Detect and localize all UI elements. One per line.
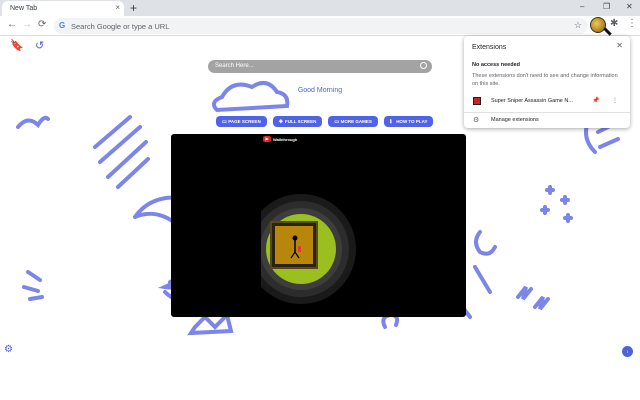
tab-title: New Tab <box>10 5 38 12</box>
address-placeholder: Search Google or type a URL <box>71 22 170 31</box>
back-icon[interactable]: ← <box>7 19 17 30</box>
google-icon: G <box>59 21 66 30</box>
pin-icon[interactable]: 📌 <box>592 97 599 104</box>
window-interior <box>275 226 313 264</box>
minimize-icon[interactable]: – <box>580 2 584 11</box>
window-close-icon[interactable]: ✕ <box>626 2 633 11</box>
full-screen-icon: ✥ <box>278 119 283 125</box>
manage-gear-icon: ⚙ <box>473 117 480 124</box>
more-games-icon: ▭ <box>334 119 340 125</box>
chrome-menu-icon[interactable]: ⋮ <box>627 18 637 29</box>
history-icon[interactable]: ↺ <box>35 39 44 52</box>
bookmark-icon[interactable]: 🔖 <box>10 39 24 52</box>
more-games-button[interactable]: ▭ MORE GAMES <box>328 116 378 127</box>
extensions-puzzle-icon[interactable]: ✱ <box>610 18 618 29</box>
doodle-stars <box>540 185 573 223</box>
page-screen-button[interactable]: ▭ PAGE SCREEN <box>216 116 267 127</box>
popup-divider <box>464 112 630 113</box>
reload-icon[interactable]: ⟳ <box>38 19 46 30</box>
doodle-hatch <box>93 115 150 189</box>
info-badge-icon[interactable]: i <box>622 346 633 357</box>
doodle-crown <box>187 311 234 336</box>
page-screen-label: PAGE SCREEN <box>228 119 261 124</box>
no-access-description: These extensions don't need to see and c… <box>472 73 618 87</box>
sniper-extension-icon <box>473 97 481 105</box>
doodle-squiggle-left <box>16 115 50 129</box>
extension-row[interactable]: Super Sniper Assassin Game N... 📌 ⋮ <box>464 94 630 108</box>
how-to-play-button[interactable]: ℹ HOW TO PLAY <box>383 116 434 127</box>
doodle-curve-right <box>474 230 497 256</box>
greeting-text: Good Morning <box>297 87 343 94</box>
address-bar[interactable]: G Search Google or type a URL ☆ <box>54 18 588 34</box>
extension-name: Super Sniper Assassin Game N... <box>491 98 573 104</box>
browser-toolbar: ← → ⟳ G Search Google or type a URL ☆ <box>0 16 640 36</box>
tab-strip: New Tab × + – ❐ ✕ <box>0 0 640 16</box>
popup-title: Extensions <box>472 44 507 51</box>
restore-icon[interactable]: ❐ <box>603 2 610 11</box>
popup-close-icon[interactable]: ✕ <box>616 41 623 50</box>
doodle-zigzag <box>516 285 550 311</box>
game-scene <box>261 194 356 304</box>
tab-close-icon[interactable]: × <box>115 3 120 12</box>
settings-gear-icon[interactable]: ⚙ <box>4 344 13 355</box>
full-screen-label: FULL SCREEN <box>284 119 317 124</box>
game-canvas[interactable]: ▶ Walkthrough <box>171 134 466 317</box>
stickman-item <box>298 246 301 252</box>
extensions-popup: Extensions ✕ No access needed These exte… <box>464 36 630 128</box>
more-games-label: MORE GAMES <box>340 119 372 124</box>
page-screen-icon: ▭ <box>222 119 227 125</box>
search-placeholder: Search Here... <box>215 63 254 69</box>
new-tab-button[interactable]: + <box>130 1 137 15</box>
doodle-dashes <box>22 270 44 301</box>
full-screen-button[interactable]: ✥ FULL SCREEN <box>272 116 323 127</box>
forward-icon[interactable]: → <box>22 19 32 30</box>
no-access-heading: No access needed <box>472 62 520 68</box>
stickman-head <box>292 235 298 241</box>
manage-extensions-link[interactable]: Manage extensions <box>491 117 539 123</box>
how-to-play-label: HOW TO PLAY <box>396 119 428 124</box>
game-button-row: ▭ PAGE SCREEN ✥ FULL SCREEN ▭ MORE GAMES… <box>216 116 434 127</box>
bookmark-star-icon[interactable]: ☆ <box>574 20 582 31</box>
search-icon[interactable] <box>420 62 427 69</box>
search-input[interactable]: Search Here... <box>208 60 432 73</box>
extension-more-icon[interactable]: ⋮ <box>612 97 618 104</box>
info-icon: ℹ <box>389 119 392 125</box>
tab-new-tab[interactable]: New Tab × <box>2 1 124 16</box>
